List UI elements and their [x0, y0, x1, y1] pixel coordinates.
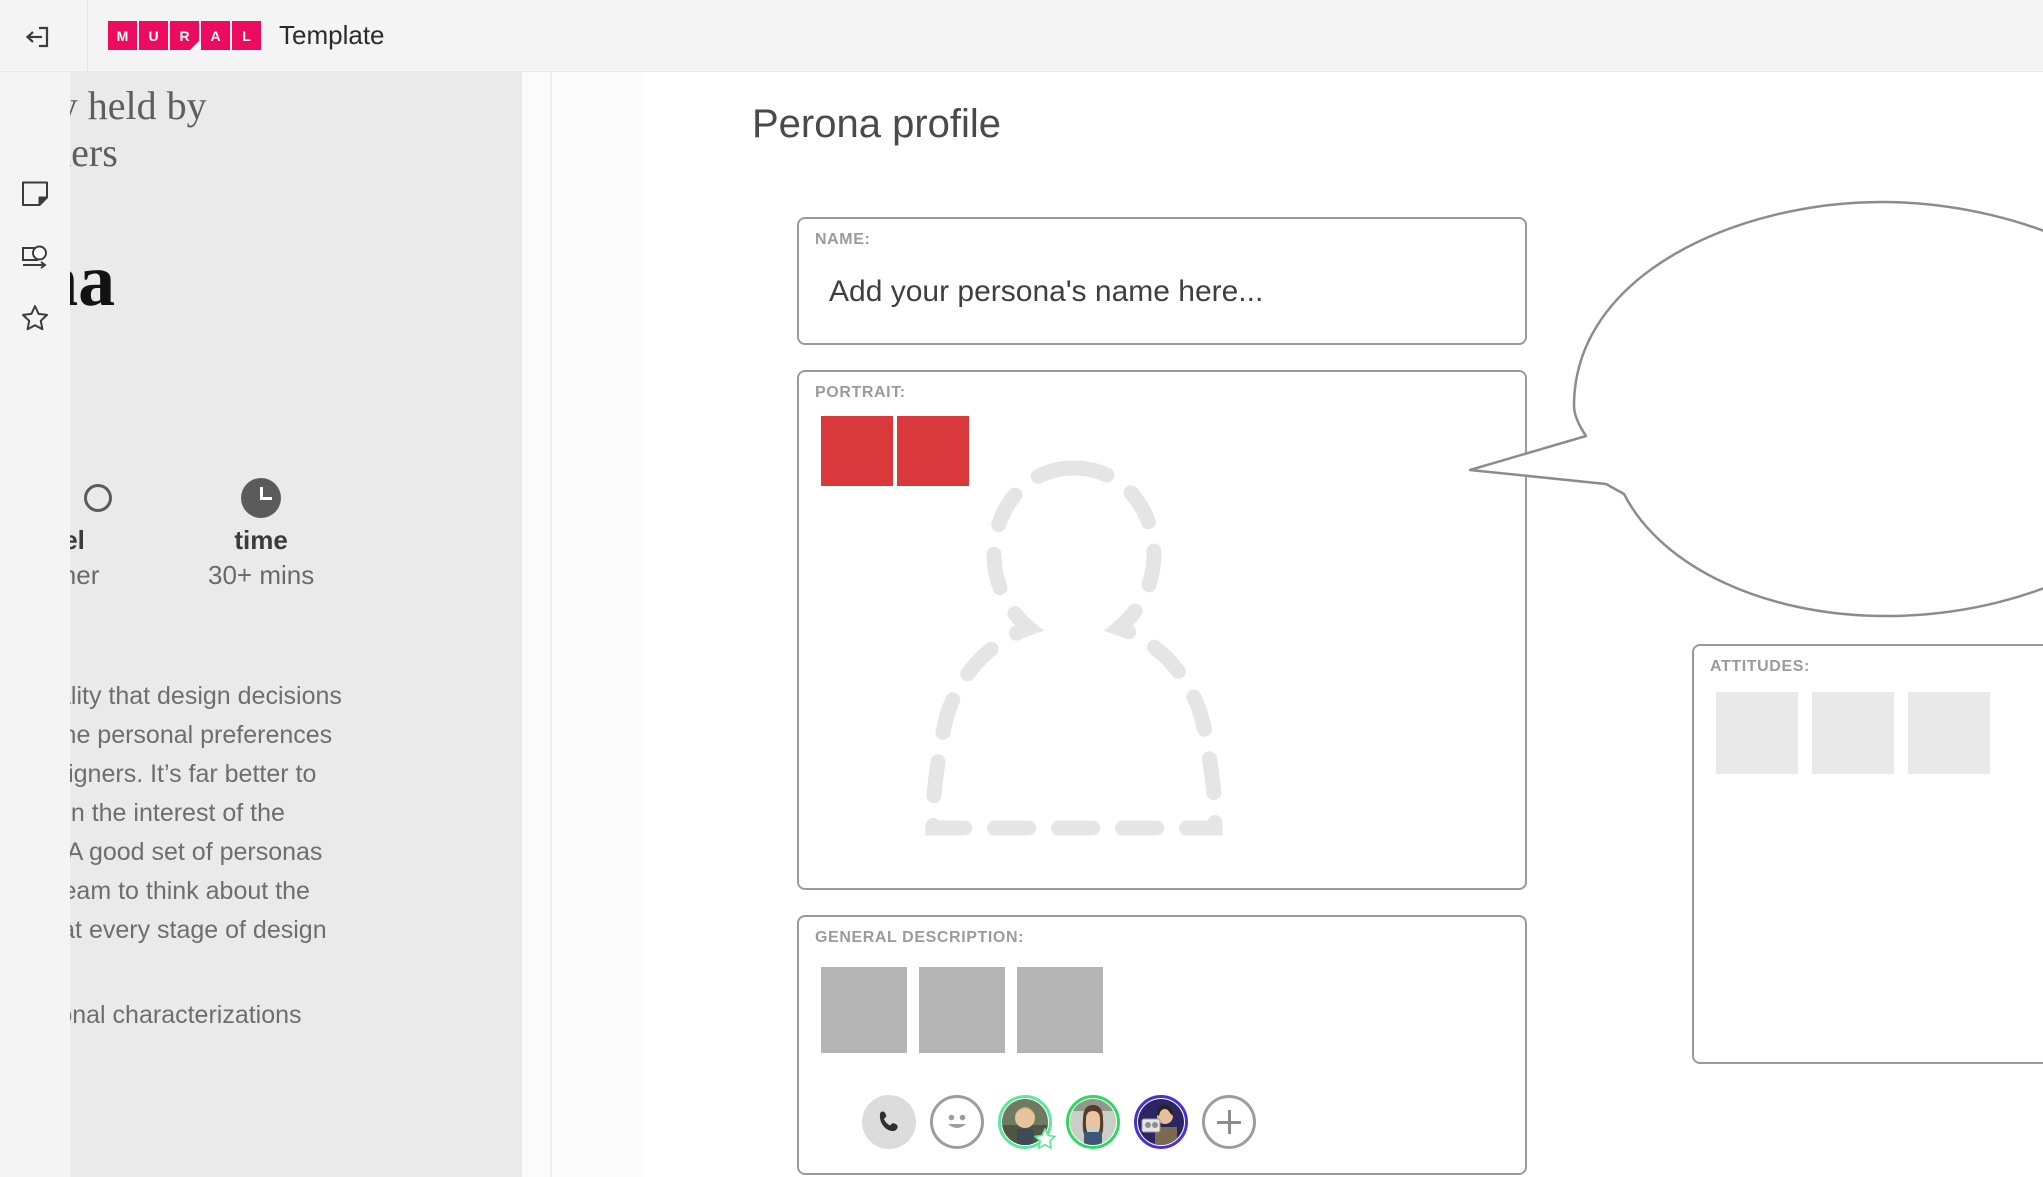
portrait-swatch-1[interactable] [821, 416, 893, 486]
time-label: time [234, 524, 288, 555]
sticky-note-icon[interactable] [14, 172, 56, 214]
logo-tile-l: L [232, 21, 261, 50]
collaborator-2-photo [1070, 1099, 1116, 1145]
name-field-label: NAME: [815, 231, 871, 248]
logo-tile-r: R [170, 21, 199, 50]
level-value: eginner [70, 559, 100, 590]
shapes-arrow-icon-glyph [22, 245, 47, 269]
panel-body-text-2: e fictional characterizations [70, 1000, 302, 1029]
shapes-arrow-icon[interactable] [14, 235, 56, 277]
panel-title: ona le [70, 240, 116, 323]
tool-rail [0, 72, 70, 1177]
level-meta: level eginner [70, 483, 112, 591]
star-badge-icon [1034, 1128, 1056, 1149]
sticky-note-icon-glyph [22, 181, 48, 206]
mural-logo[interactable]: M U R A L [108, 21, 261, 50]
person-silhouette-icon [925, 460, 1223, 836]
time-value: 30+ mins [208, 559, 315, 590]
phone-icon-glyph [879, 1111, 898, 1132]
template-label: Template [279, 20, 385, 50]
collaborator-toolbar [862, 1095, 1256, 1149]
logo-tile-a: A [201, 21, 230, 50]
description-swatch-1[interactable] [821, 967, 907, 1053]
description-swatch-3[interactable] [1017, 967, 1103, 1053]
canvas-gutter [522, 72, 550, 1177]
avatar-photo-3 [1138, 1099, 1184, 1145]
exit-icon-glyph [25, 26, 49, 48]
topbar-divider [87, 0, 88, 72]
top-bar: M U R A L Template [0, 0, 2043, 72]
portrait-field-box[interactable]: PORTRAIT: [797, 370, 1527, 890]
level-dot-3 [84, 483, 112, 512]
panel-body-text: ue reality that design decisions d on th… [70, 681, 342, 944]
clock-icon-glyph [241, 477, 282, 518]
time-meta: time 30+ mins [208, 477, 315, 591]
description-swatch-2[interactable] [919, 967, 1005, 1053]
clock-icon [208, 477, 314, 518]
logo-tile-u: U [139, 21, 168, 50]
name-input[interactable]: Add your persona's name here... [829, 275, 1263, 309]
star-icon-glyph [22, 305, 48, 331]
star-icon[interactable] [14, 297, 56, 339]
collaborator-2[interactable] [1066, 1095, 1120, 1149]
name-field-box[interactable]: NAME: Add your persona's name here... [797, 217, 1527, 345]
page-title: Perona profile [752, 102, 1002, 146]
collaborator-3[interactable] [1134, 1095, 1188, 1149]
attitudes-field-label: ATTITUDES: [1710, 658, 1810, 675]
mural-template-window: M U R A L Template held by ers a el er t… [0, 0, 2043, 1177]
attitudes-swatch-2[interactable] [1812, 692, 1894, 774]
smiley-icon-glyph [948, 1114, 966, 1128]
panel-subheading: cally held by holders [70, 83, 207, 176]
avatar-photo-2 [1070, 1099, 1116, 1145]
board-sheet[interactable]: Perona profile NAME: Add your persona's … [644, 72, 2043, 1177]
smiley-icon[interactable] [930, 1095, 984, 1149]
mural-canvas[interactable]: Perona profile NAME: Add your persona's … [552, 72, 2043, 1177]
logo-tile-m: M [108, 21, 137, 50]
attitudes-field-box[interactable]: ATTITUDES: [1692, 644, 2043, 1064]
general-description-field-label: GENERAL DESCRIPTION: [815, 929, 1025, 946]
exit-icon[interactable] [16, 16, 58, 58]
collaborator-1[interactable] [998, 1095, 1056, 1149]
level-dots [70, 483, 112, 513]
speech-bubble-shape[interactable] [1466, 154, 2043, 654]
phone-icon[interactable] [862, 1095, 916, 1149]
attitudes-swatch-1[interactable] [1716, 692, 1798, 774]
portrait-field-label: PORTRAIT: [815, 384, 906, 401]
attitudes-swatch-3[interactable] [1908, 692, 1990, 774]
brand-area: M U R A L Template [108, 20, 385, 51]
panel-meta-row: level eginner time 30+ mins [70, 477, 522, 591]
template-info-panel: cally held by holders ona le level eginn… [70, 72, 522, 1177]
add-collaborator-button[interactable] [1202, 1095, 1256, 1149]
collaborator-3-photo [1138, 1099, 1184, 1145]
level-label: level [70, 524, 85, 555]
